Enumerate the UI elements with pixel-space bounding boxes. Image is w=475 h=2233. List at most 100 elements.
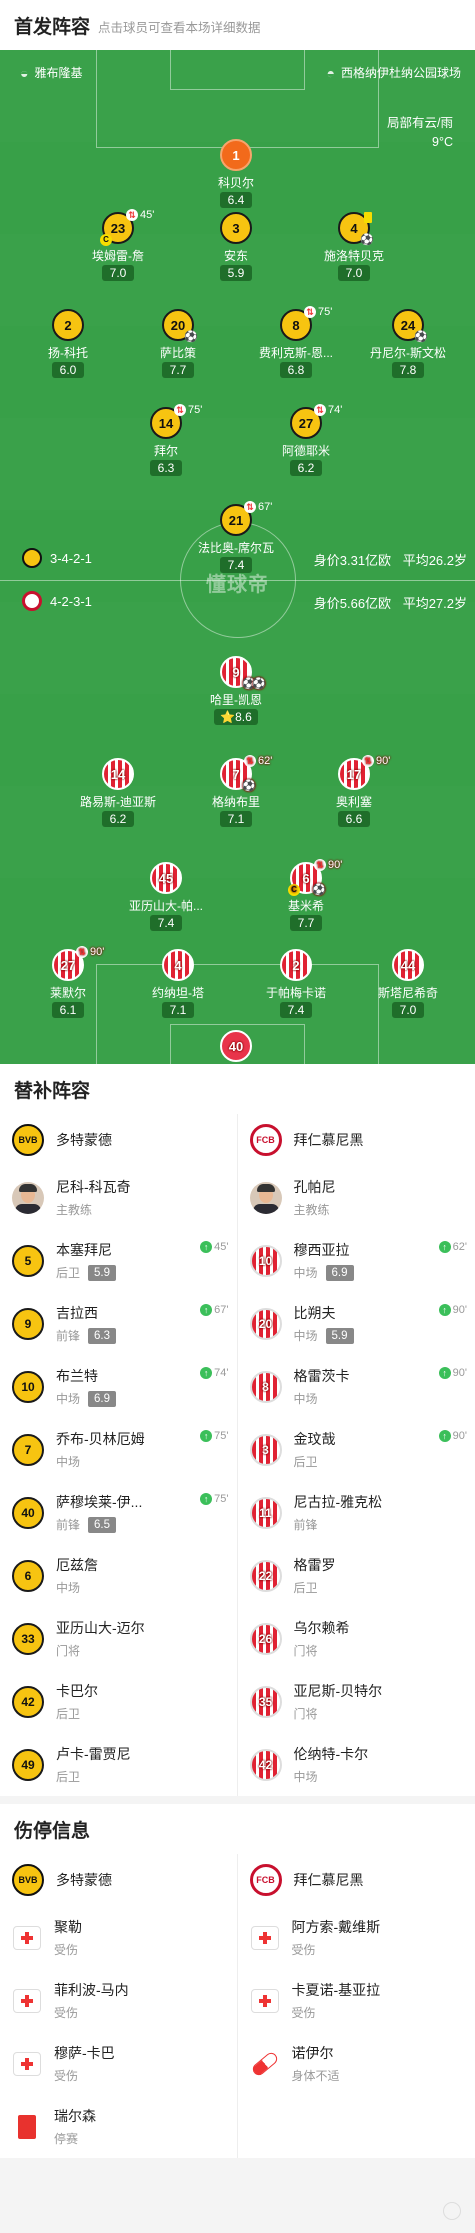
jersey-number: 27 bbox=[60, 957, 76, 973]
player-dortmund[interactable]: 1 科贝尔 6.4 bbox=[194, 139, 278, 209]
player-rating-value: 7.1 bbox=[227, 812, 245, 826]
sub-player-meta: 中场 bbox=[56, 1579, 98, 1596]
player-dortmund[interactable]: 4 ⚽ 施洛特贝克 7.0 bbox=[312, 212, 396, 282]
player-bayern[interactable]: 14 路易斯-迪亚斯 6.2 bbox=[76, 758, 160, 828]
sub-in-indicator: ↑ 74' bbox=[200, 1367, 229, 1379]
injury-row[interactable]: 穆萨-卡巴 受伤 bbox=[0, 2032, 237, 2095]
player-bayern[interactable]: 44 斯塔尼希奇 7.0 bbox=[366, 949, 450, 1019]
player-name: 斯塔尼希奇 bbox=[377, 986, 438, 1000]
player-dortmund[interactable]: 3 安东 5.9 bbox=[194, 212, 278, 282]
player-dortmund[interactable]: 2 扬-科托 6.0 bbox=[26, 309, 110, 379]
jersey-icon: 27 ⇅ 90' bbox=[52, 946, 104, 981]
sub-player-row[interactable]: 22 格雷罗 后卫 bbox=[238, 1544, 475, 1607]
page-footer bbox=[0, 2190, 475, 2233]
sub-player-name: 亚尼斯-贝特尔 bbox=[293, 1683, 383, 1699]
sub-out-minute: 74' bbox=[328, 404, 343, 416]
player-name: 施洛特贝克 bbox=[323, 249, 384, 263]
sub-player-info: 布兰特 中场 6.9 bbox=[56, 1366, 117, 1407]
player-name: 法比奥-席尔瓦 bbox=[198, 541, 274, 555]
player-bayern[interactable]: 7 ⇅ 62' ⚽ 格纳布里 7.1 bbox=[194, 755, 278, 828]
goal-icon: ⚽ bbox=[414, 331, 428, 343]
injury-info: 菲利波-马内 受伤 bbox=[54, 1980, 129, 2021]
injury-row[interactable]: 阿方索-戴维斯 受伤 bbox=[238, 1906, 475, 1969]
player-bayern[interactable]: 27 ⇅ 90' 莱默尔 6.1 bbox=[26, 946, 110, 1019]
sub-player-meta: 中场 5.9 bbox=[294, 1327, 354, 1344]
player-rating: 6.3 bbox=[150, 460, 182, 476]
sub-player-row[interactable]: 7 乔布-贝林厄姆 中场 ↑ 75' bbox=[0, 1418, 237, 1481]
player-rating-value: 8.6 bbox=[235, 710, 252, 724]
coach-name: 尼科-科瓦奇 bbox=[56, 1179, 131, 1195]
sub-player-row[interactable]: 6 厄兹詹 中场 bbox=[0, 1544, 237, 1607]
jersey-number: 11 bbox=[259, 1505, 272, 1520]
player-rating: 6.2 bbox=[290, 460, 322, 476]
player-dortmund[interactable]: 8 ⇅ 75' 费利克斯-恩... 6.8 bbox=[254, 306, 338, 379]
player-bayern[interactable]: 40乌尔比希6.8 bbox=[194, 1030, 278, 1064]
sub-player-rating: 6.5 bbox=[88, 1516, 117, 1533]
player-rating-value: 5.9 bbox=[227, 266, 245, 280]
player-name: 基米希 bbox=[287, 899, 324, 913]
jersey-number: 22 bbox=[258, 1568, 273, 1583]
player-bayern[interactable]: 9 ⚽ ⚽ 哈里-凯恩 ⭐8.6 bbox=[194, 656, 278, 726]
sub-player-row[interactable]: 35 亚尼斯-贝特尔 门将 bbox=[238, 1670, 475, 1733]
sub-in-icon: ↑ bbox=[438, 1430, 451, 1442]
dortmund-formation: 3-4-2-1 bbox=[50, 550, 92, 566]
player-dortmund[interactable]: 14 ⇅ 75' 拜尔 6.3 bbox=[124, 404, 208, 477]
injury-row[interactable]: 卡夏诺-基亚拉 受伤 bbox=[238, 1969, 475, 2032]
player-bayern[interactable]: 6 ⇅ 90' C ⚽ 基米希 7.7 bbox=[264, 859, 348, 932]
sub-player-row[interactable]: 26 乌尔赖希 门将 bbox=[238, 1607, 475, 1670]
sub-player-name: 格雷茨卡 bbox=[293, 1368, 350, 1384]
jersey-number: 33 bbox=[21, 1631, 35, 1646]
sub-player-row[interactable]: 5 本塞拜尼 后卫 5.9 ↑ 45' bbox=[0, 1229, 237, 1292]
goal-icon: ⚽ bbox=[252, 678, 266, 690]
player-bayern[interactable]: 2 于帕梅卡诺 7.4 bbox=[254, 949, 338, 1019]
player-bayern[interactable]: 4 约纳坦-塔 7.1 bbox=[136, 949, 220, 1019]
sub-player-row[interactable]: 10 布兰特 中场 6.9 ↑ 74' bbox=[0, 1355, 237, 1418]
player-dortmund[interactable]: 21 ⇅ 67' 法比奥-席尔瓦 7.4 bbox=[194, 501, 278, 574]
player-dortmund[interactable]: 23 ⇅ 45' C 埃姆雷-詹 7.0 bbox=[76, 209, 160, 282]
player-bayern[interactable]: 17 ⇅ 90' 奥利塞 6.6 bbox=[312, 755, 396, 828]
sub-player-row[interactable]: 49 卢卡-雷贾尼 后卫 bbox=[0, 1733, 237, 1796]
sub-player-row[interactable]: 42 伦纳特-卡尔 中场 bbox=[238, 1733, 475, 1796]
sub-player-info: 萨穆埃莱-伊... 前锋 6.5 bbox=[56, 1492, 142, 1533]
player-name: 约纳坦-塔 bbox=[152, 986, 204, 1000]
medkit-icon bbox=[12, 1986, 42, 2016]
injury-row[interactable]: 聚勒 受伤 bbox=[0, 1906, 237, 1969]
sub-player-position: 前锋 bbox=[293, 1518, 318, 1532]
injury-row[interactable]: 诺伊尔 身体不适 bbox=[238, 2032, 475, 2095]
sub-player-meta: 门将 bbox=[56, 1642, 145, 1659]
player-dortmund[interactable]: 27 ⇅ 74' 阿德耶米 6.2 bbox=[264, 404, 348, 477]
sub-player-row[interactable]: 40 萨穆埃莱-伊... 前锋 6.5 ↑ 75' bbox=[0, 1481, 237, 1544]
jersey-icon: 33 bbox=[12, 1622, 44, 1655]
bayern-formation: 4-2-3-1 bbox=[50, 593, 92, 609]
injury-row[interactable]: 瑞尔森 停赛 bbox=[0, 2095, 237, 2158]
sub-out-minute: 45' bbox=[140, 209, 155, 221]
sub-player-row[interactable]: 10 穆西亚拉 中场 6.9 ↑ 62' bbox=[238, 1229, 475, 1292]
sub-player-row[interactable]: 8 格雷茨卡 中场 ↑ 90' bbox=[238, 1355, 475, 1418]
sub-player-row[interactable]: 42 卡巴尔 后卫 bbox=[0, 1670, 237, 1733]
sub-player-row[interactable]: 11 尼古拉-雅克松 前锋 bbox=[238, 1481, 475, 1544]
player-dortmund[interactable]: 20 ⚽ 萨比策 7.7 bbox=[136, 309, 220, 379]
player-name: 科贝尔 bbox=[217, 176, 254, 190]
sub-out-indicator: ⇅ 45' bbox=[126, 209, 154, 221]
sub-player-row[interactable]: 9 吉拉西 前锋 6.3 ↑ 67' bbox=[0, 1292, 237, 1355]
jersey-icon: 14 ⇅ 75' bbox=[150, 404, 202, 439]
injured-player-name: 聚勒 bbox=[54, 1919, 82, 1935]
injury-row[interactable]: 菲利波-马内 受伤 bbox=[0, 1969, 237, 2032]
injury-info: 卡夏诺-基亚拉 受伤 bbox=[292, 1980, 381, 2021]
injured-player-name: 诺伊尔 bbox=[291, 2045, 334, 2061]
sub-player-meta: 中场 bbox=[294, 1768, 369, 1785]
substitutes-section: 替补阵容 BVB 多特蒙德 尼科-科瓦奇 主教练 5 本塞拜尼 后卫 5.9 ↑ 45' 9 吉拉西前… bbox=[0, 1064, 475, 1796]
jersey-number: 40 bbox=[21, 1505, 35, 1520]
player-dortmund[interactable]: 24 ⚽ 丹尼尔-斯文松 7.8 bbox=[366, 309, 450, 379]
weather-temperature: 9°C bbox=[432, 135, 453, 149]
sub-player-row[interactable]: 20 比朔夫 中场 5.9 ↑ 90' bbox=[238, 1292, 475, 1355]
sub-out-indicator: ⇅ 90' bbox=[76, 946, 104, 958]
sub-in-minute: 67' bbox=[214, 1304, 229, 1316]
sub-player-info: 卡巴尔 后卫 bbox=[56, 1681, 98, 1722]
sub-player-row[interactable]: 33 亚历山大-迈尔 门将 bbox=[0, 1607, 237, 1670]
best-player-star-icon: ⭐ bbox=[220, 710, 236, 724]
sub-player-row[interactable]: 3 金玟哉 后卫 ↑ 90' bbox=[238, 1418, 475, 1481]
coach-row[interactable]: 孔帕尼 主教练 bbox=[238, 1166, 475, 1229]
coach-row[interactable]: 尼科-科瓦奇 主教练 bbox=[0, 1166, 237, 1229]
player-bayern[interactable]: 45 亚历山大-帕... 7.4 bbox=[124, 862, 208, 932]
